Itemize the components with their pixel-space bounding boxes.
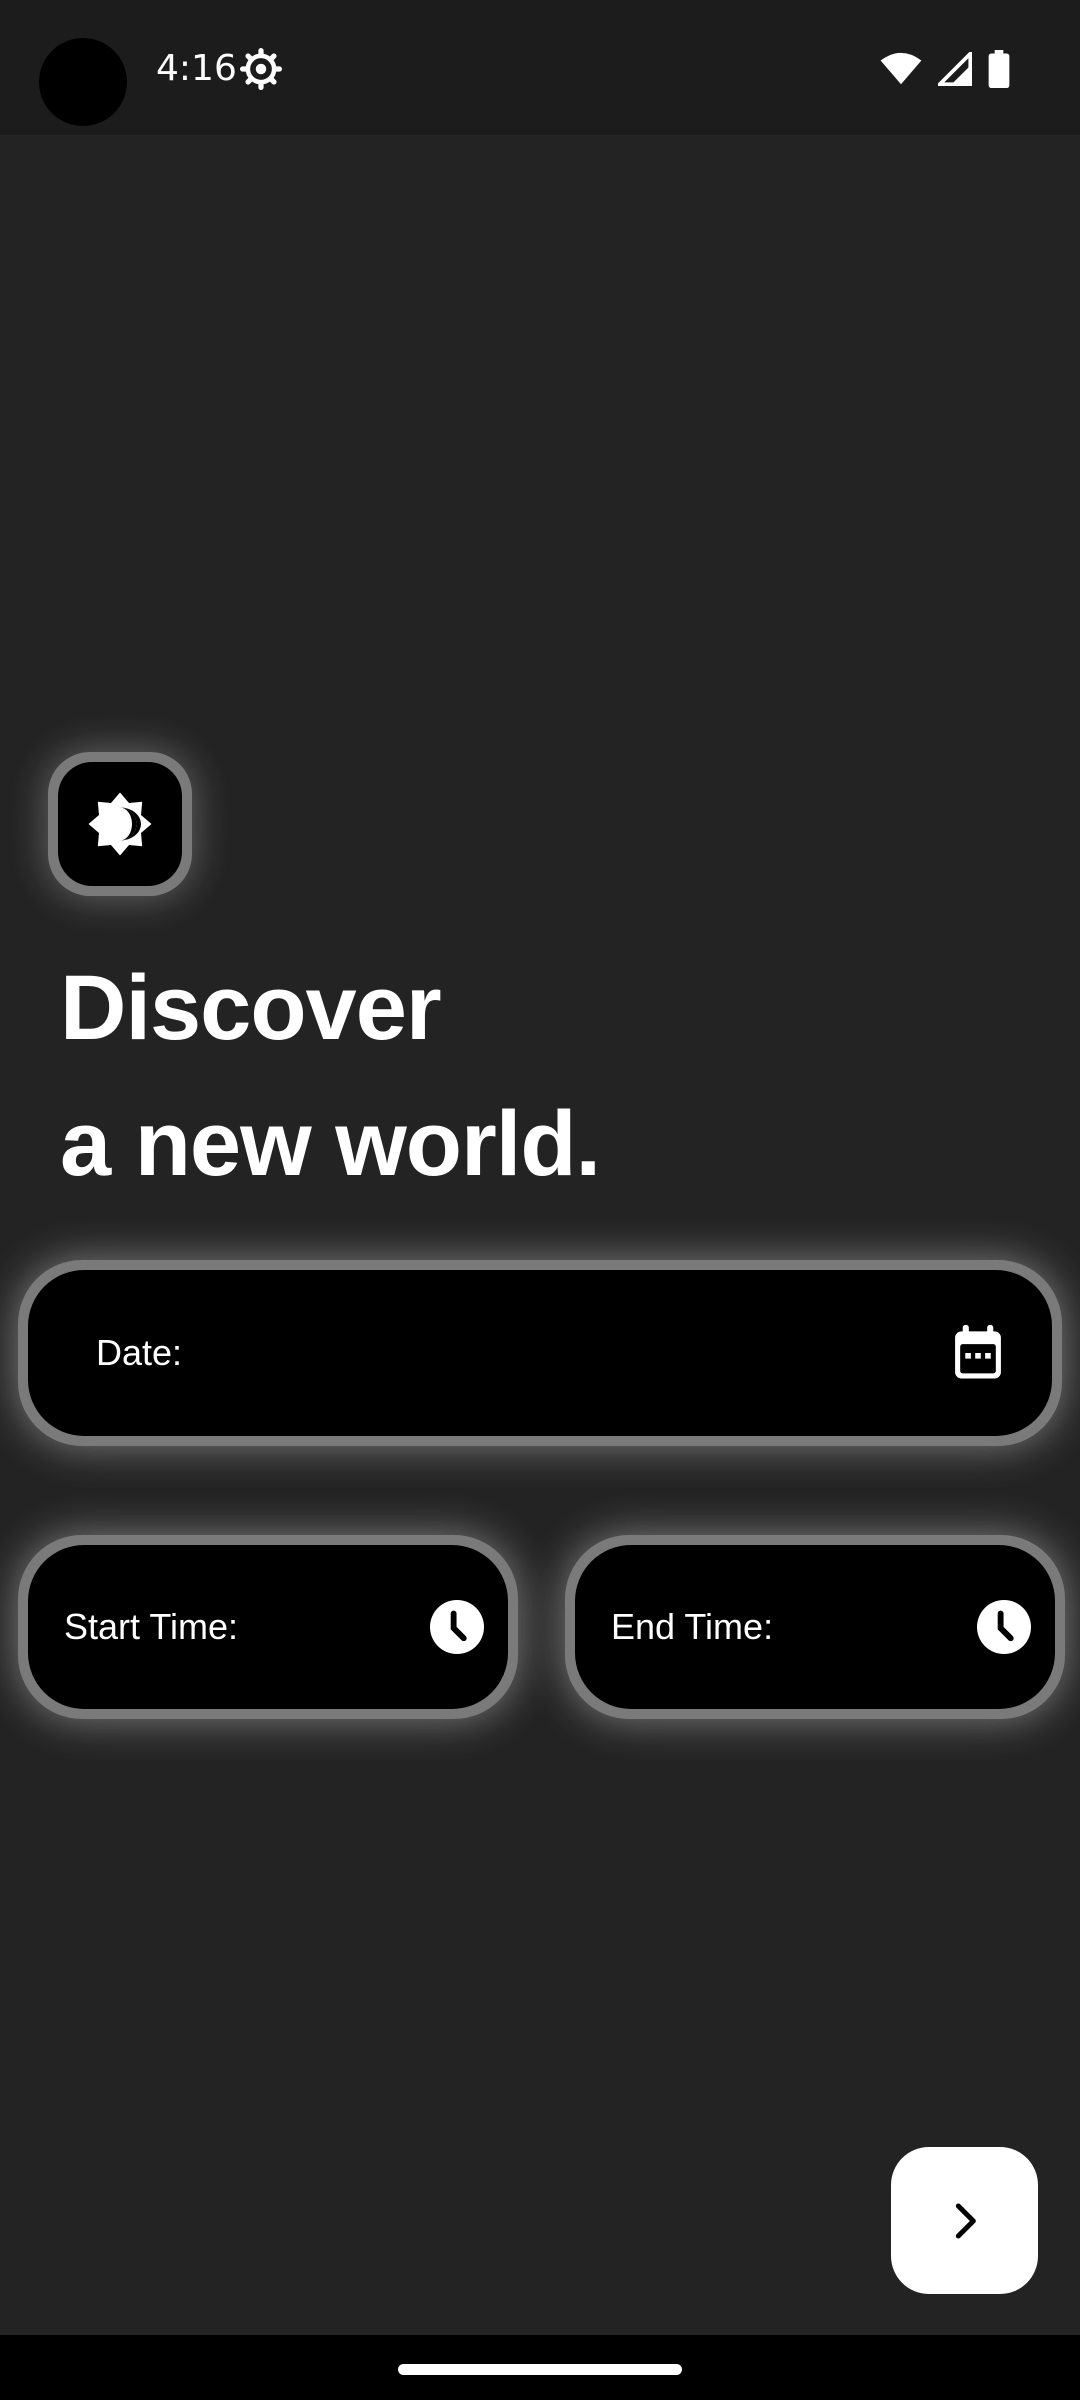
camera-cutout xyxy=(39,38,127,126)
system-icons xyxy=(880,48,1010,90)
battery-icon xyxy=(988,50,1010,88)
theme-toggle-button[interactable] xyxy=(48,752,192,896)
start-time-field[interactable]: Start Time: xyxy=(18,1535,518,1719)
home-gesture-handle[interactable] xyxy=(398,2364,682,2375)
clock-icon[interactable] xyxy=(977,1600,1031,1654)
date-label: Date: xyxy=(96,1332,183,1373)
chevron-right-icon xyxy=(955,2203,976,2238)
date-field[interactable]: Date: xyxy=(18,1260,1062,1446)
end-time-field[interactable]: End Time: xyxy=(565,1535,1065,1719)
headline-line-2: a new world. xyxy=(60,1093,601,1195)
status-time: 4:16 xyxy=(156,48,237,89)
next-button[interactable] xyxy=(891,2147,1038,2294)
wifi-icon xyxy=(880,52,922,85)
clock-icon[interactable] xyxy=(430,1600,484,1654)
status-bar: 4:16 xyxy=(0,0,1080,135)
end-time-label: End Time: xyxy=(611,1606,774,1647)
cell-signal-icon xyxy=(938,52,972,86)
headline: Discover a new world. xyxy=(60,940,1060,1212)
settings-gear-icon xyxy=(240,48,282,90)
brightness-icon xyxy=(88,792,152,856)
start-time-label: Start Time: xyxy=(64,1606,239,1647)
headline-line-1: Discover xyxy=(60,957,442,1059)
calendar-icon[interactable] xyxy=(952,1325,1004,1381)
